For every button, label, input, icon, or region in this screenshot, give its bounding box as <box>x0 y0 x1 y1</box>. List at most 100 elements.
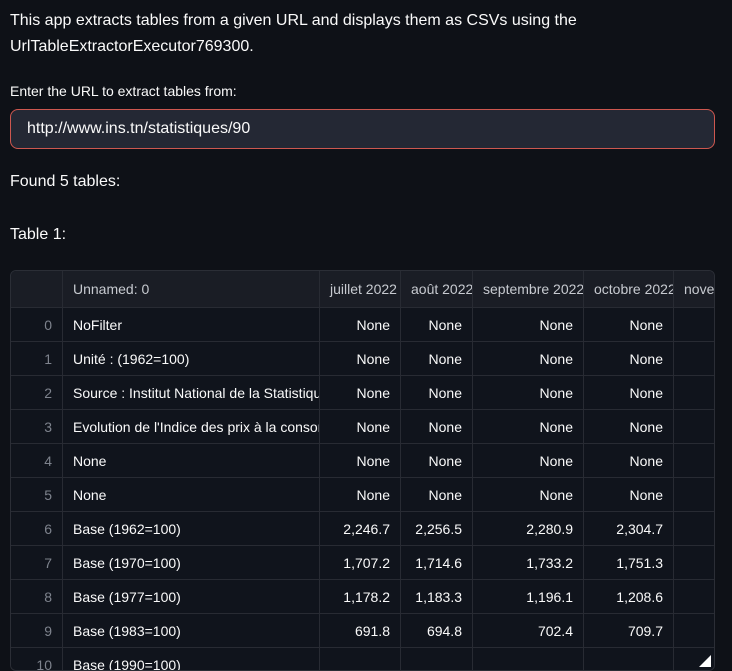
cell-value[interactable]: None <box>584 308 674 342</box>
table-row: 7Base (1970=100)1,707.21,714.61,733.21,7… <box>11 546 715 580</box>
cell-label[interactable]: Base (1990=100) <box>63 648 320 671</box>
cell-value[interactable]: 2,280.9 <box>473 512 584 546</box>
cell-value[interactable]: None <box>473 410 584 444</box>
cell-value[interactable]: None <box>584 410 674 444</box>
column-header-unnamed-0[interactable]: Unnamed: 0 <box>63 271 320 308</box>
cell-value[interactable]: None <box>401 308 473 342</box>
cell-value[interactable] <box>674 478 715 512</box>
cell-value[interactable]: None <box>401 376 473 410</box>
row-index[interactable]: 3 <box>11 410 63 444</box>
row-index[interactable]: 6 <box>11 512 63 546</box>
cell-value[interactable] <box>674 444 715 478</box>
cell-value[interactable] <box>401 648 473 671</box>
table-row: 9Base (1983=100)691.8694.8702.4709.7 <box>11 614 715 648</box>
table-row: 2Source : Institut National de la Statis… <box>11 376 715 410</box>
header-row: Unnamed: 0 juillet 2022 août 2022 septem… <box>11 271 715 308</box>
table-row: 8Base (1977=100)1,178.21,183.31,196.11,2… <box>11 580 715 614</box>
row-index[interactable]: 0 <box>11 308 63 342</box>
row-index[interactable]: 2 <box>11 376 63 410</box>
cell-value[interactable]: None <box>320 308 401 342</box>
cell-value[interactable] <box>584 648 674 671</box>
cell-value[interactable]: None <box>401 478 473 512</box>
cell-value[interactable]: 1,196.1 <box>473 580 584 614</box>
cell-value[interactable]: None <box>473 444 584 478</box>
cell-value[interactable] <box>674 376 715 410</box>
cell-value[interactable] <box>320 648 401 671</box>
cell-value[interactable]: 2,246.7 <box>320 512 401 546</box>
dataframe: Unnamed: 0 juillet 2022 août 2022 septem… <box>10 270 715 671</box>
cell-value[interactable]: None <box>473 342 584 376</box>
cell-value[interactable]: None <box>473 308 584 342</box>
cell-label[interactable]: Base (1962=100) <box>63 512 320 546</box>
cell-value[interactable]: None <box>584 478 674 512</box>
row-index[interactable]: 8 <box>11 580 63 614</box>
cell-label[interactable]: Base (1983=100) <box>63 614 320 648</box>
cell-value[interactable]: None <box>584 376 674 410</box>
column-header-juillet[interactable]: juillet 2022 <box>320 271 401 308</box>
cell-label[interactable]: NoFilter <box>63 308 320 342</box>
row-index[interactable]: 10 <box>11 648 63 671</box>
url-input-wrap <box>10 109 715 149</box>
cell-value[interactable] <box>473 648 584 671</box>
cell-label[interactable]: Evolution de l'Indice des prix à la cons… <box>63 410 320 444</box>
column-header-aout[interactable]: août 2022 <box>401 271 473 308</box>
row-index[interactable]: 1 <box>11 342 63 376</box>
cell-value[interactable]: 1,707.2 <box>320 546 401 580</box>
url-label: Enter the URL to extract tables from: <box>10 83 715 100</box>
cell-label[interactable]: Source : Institut National de la Statist… <box>63 376 320 410</box>
found-tables-text: Found 5 tables: <box>10 169 715 195</box>
cell-value[interactable]: 1,183.3 <box>401 580 473 614</box>
cell-value[interactable]: None <box>320 444 401 478</box>
intro-text: This app extracts tables from a given UR… <box>10 8 715 60</box>
cell-value[interactable]: None <box>320 376 401 410</box>
cell-value[interactable]: None <box>320 342 401 376</box>
cell-value[interactable] <box>674 410 715 444</box>
cell-value[interactable]: None <box>401 444 473 478</box>
cell-value[interactable]: 1,208.6 <box>584 580 674 614</box>
cell-value[interactable]: 1,714.6 <box>401 546 473 580</box>
cell-label[interactable]: Base (1977=100) <box>63 580 320 614</box>
cell-value[interactable]: 702.4 <box>473 614 584 648</box>
cell-value[interactable]: None <box>401 410 473 444</box>
cell-value[interactable]: None <box>320 478 401 512</box>
cell-value[interactable] <box>674 342 715 376</box>
cell-value[interactable]: 709.7 <box>584 614 674 648</box>
cell-label[interactable]: None <box>63 478 320 512</box>
cell-value[interactable] <box>674 546 715 580</box>
cell-value[interactable]: 694.8 <box>401 614 473 648</box>
table-row: 10Base (1990=100) <box>11 648 715 671</box>
column-header-novembre[interactable]: novembre 2022 <box>674 271 715 308</box>
table-row: 0NoFilterNoneNoneNoneNone <box>11 308 715 342</box>
cell-value[interactable]: None <box>320 410 401 444</box>
cell-value[interactable]: 1,178.2 <box>320 580 401 614</box>
cell-value[interactable]: 2,256.5 <box>401 512 473 546</box>
column-header-septembre[interactable]: septembre 2022 <box>473 271 584 308</box>
row-index[interactable]: 4 <box>11 444 63 478</box>
cell-value[interactable] <box>674 614 715 648</box>
cell-value[interactable] <box>674 308 715 342</box>
cell-value[interactable]: None <box>401 342 473 376</box>
cell-value[interactable]: None <box>584 342 674 376</box>
row-index[interactable]: 7 <box>11 546 63 580</box>
cell-value[interactable]: None <box>473 478 584 512</box>
row-index[interactable]: 5 <box>11 478 63 512</box>
app-page: This app extracts tables from a given UR… <box>0 0 732 671</box>
cell-value[interactable]: None <box>584 444 674 478</box>
row-index[interactable]: 9 <box>11 614 63 648</box>
cell-label[interactable]: Base (1970=100) <box>63 546 320 580</box>
cell-value[interactable]: 1,751.3 <box>584 546 674 580</box>
column-header-octobre[interactable]: octobre 2022 <box>584 271 674 308</box>
intro-line-1: This app extracts tables from a given UR… <box>10 12 577 29</box>
cell-label[interactable]: None <box>63 444 320 478</box>
cell-value[interactable] <box>674 512 715 546</box>
cell-label[interactable]: Unité : (1962=100) <box>63 342 320 376</box>
cell-value[interactable]: 2,304.7 <box>584 512 674 546</box>
column-header-index[interactable] <box>11 271 63 308</box>
cell-value[interactable]: None <box>473 376 584 410</box>
cell-value[interactable]: 1,733.2 <box>473 546 584 580</box>
url-input[interactable] <box>10 109 715 149</box>
table-caption: Table 1: <box>10 222 715 248</box>
cell-value[interactable] <box>674 580 715 614</box>
dataframe-body: 0NoFilterNoneNoneNoneNone1Unité : (1962=… <box>11 308 715 671</box>
cell-value[interactable]: 691.8 <box>320 614 401 648</box>
